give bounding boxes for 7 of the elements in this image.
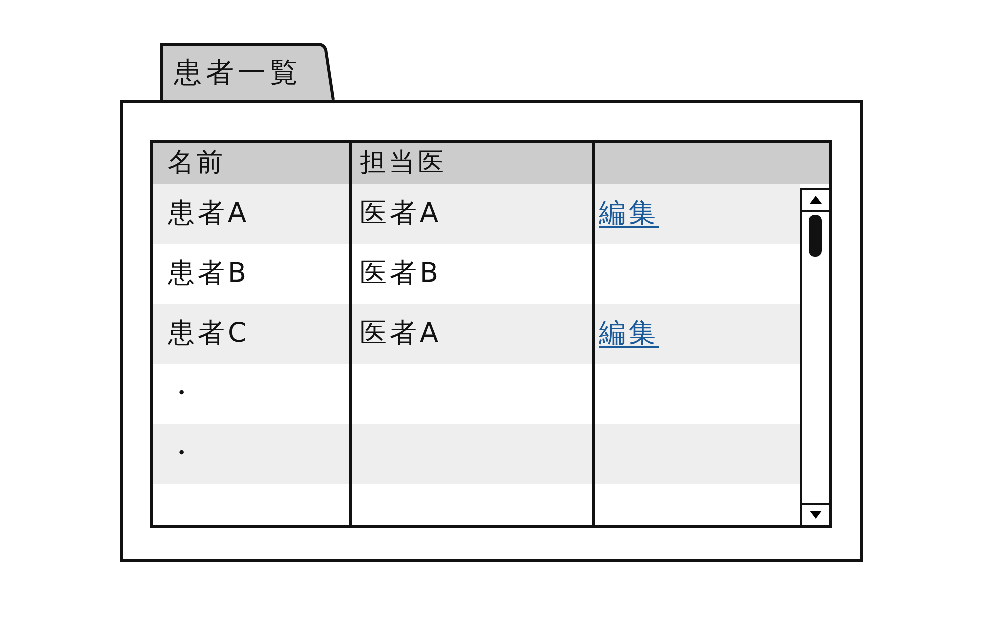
scrollbar-thumb[interactable]	[809, 215, 822, 257]
table-link[interactable]: 編集	[599, 198, 659, 229]
caret-down-icon	[810, 511, 822, 519]
table-link[interactable]: 編集	[599, 318, 659, 349]
caret-up-icon	[810, 196, 822, 204]
scrollbar-track[interactable]	[800, 188, 829, 525]
tab[interactable]: 患者一覧	[160, 43, 335, 100]
